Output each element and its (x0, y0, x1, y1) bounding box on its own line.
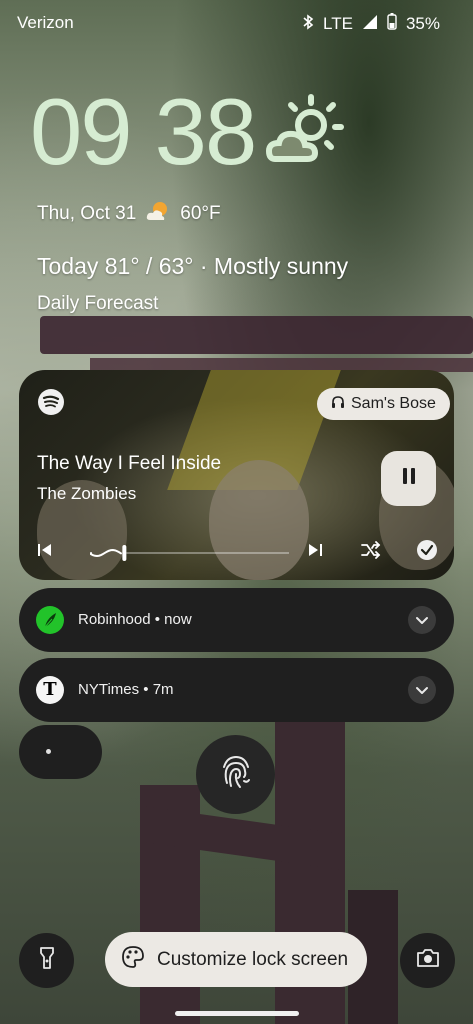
flashlight-icon (38, 946, 56, 975)
notification-nytimes[interactable]: T NYTimes • 7m (19, 658, 454, 722)
seek-bar[interactable] (89, 542, 289, 564)
status-indicators: LTE 35% (302, 13, 440, 35)
signal-icon (362, 14, 378, 35)
spotify-icon (38, 389, 64, 415)
home-indicator[interactable] (175, 1011, 299, 1016)
notification-label: NYTimes • 7m (78, 681, 174, 698)
chevron-down-icon (416, 687, 428, 694)
bluetooth-icon (302, 13, 314, 35)
nyt-icon: T (36, 676, 64, 704)
camera-button[interactable] (400, 933, 455, 988)
carrier-name: Verizon (17, 13, 74, 32)
partly-sunny-icon (146, 200, 170, 228)
fingerprint-sensor[interactable] (196, 735, 275, 814)
notification-robinhood[interactable]: Robinhood • now (19, 588, 454, 652)
current-temp: 60°F (180, 203, 221, 224)
overflow-dot-icon (46, 749, 51, 754)
sun-cloud-icon (263, 93, 345, 175)
date-text: Thu, Oct 31 (37, 203, 137, 224)
notification-overflow-pill[interactable] (19, 725, 102, 779)
robinhood-feather-icon (36, 606, 64, 634)
today-forecast[interactable]: Today 81° / 63° · Mostly sunny (37, 253, 348, 280)
daily-forecast-link[interactable]: Daily Forecast (37, 293, 158, 315)
fingerprint-icon (219, 753, 253, 796)
next-icon[interactable] (307, 542, 323, 563)
media-controls (19, 540, 454, 566)
date-weather-row[interactable]: Thu, Oct 31 60°F (37, 200, 221, 228)
song-artist: The Zombies (37, 484, 137, 503)
headphones-icon (331, 395, 345, 414)
flashlight-button[interactable] (19, 933, 74, 988)
pause-icon (402, 468, 416, 489)
notification-label: Robinhood • now (78, 611, 192, 628)
status-bar: Verizon LTE 35% (0, 0, 473, 48)
output-device-label: Sam's Bose (351, 395, 436, 412)
battery-percent: 35% (405, 14, 440, 33)
previous-icon[interactable] (37, 542, 53, 563)
palette-icon (121, 945, 145, 975)
lockscreen-clock: 09 38 (30, 79, 257, 184)
expand-notification-button[interactable] (408, 606, 436, 634)
song-title: The Way I Feel Inside (37, 453, 222, 474)
pause-button[interactable] (381, 451, 436, 506)
expand-notification-button[interactable] (408, 676, 436, 704)
chevron-down-icon (416, 617, 428, 624)
customize-label: Customize lock screen (157, 948, 349, 970)
check-icon[interactable] (417, 540, 437, 560)
wallpaper-gate-roof (40, 316, 473, 354)
battery-icon (387, 13, 397, 35)
output-device-chip[interactable]: Sam's Bose (317, 388, 450, 420)
shuffle-icon[interactable] (361, 541, 381, 564)
media-player-card[interactable]: Sam's Bose The Way I Feel Inside The Zom… (19, 370, 454, 580)
network-type: LTE (323, 14, 353, 33)
customize-lock-screen-button[interactable]: Customize lock screen (105, 932, 367, 987)
camera-icon (416, 948, 440, 973)
